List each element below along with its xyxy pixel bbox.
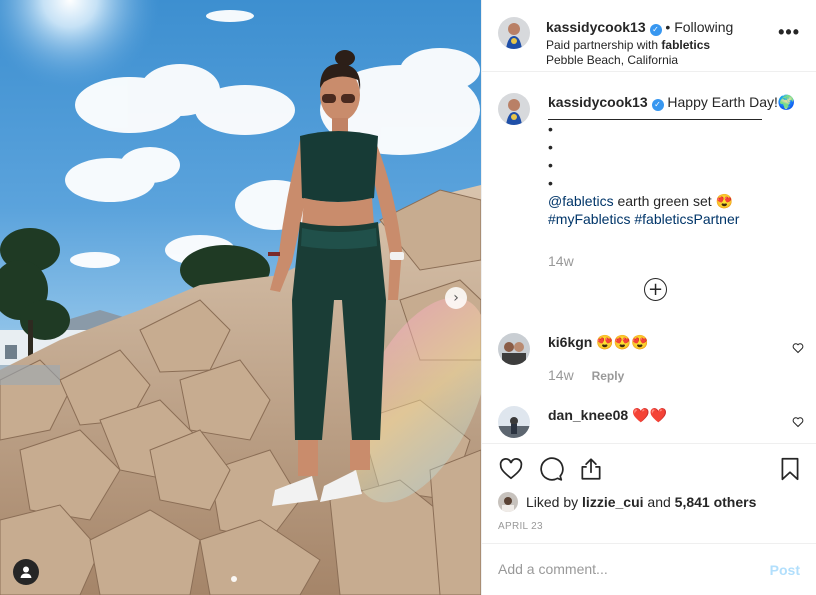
partnership-label: Paid partnership with fabletics xyxy=(546,38,710,52)
following-button[interactable]: • Following xyxy=(665,19,733,35)
commenter-avatar[interactable] xyxy=(498,406,530,438)
location-link[interactable]: Pebble Beach, California xyxy=(546,53,678,67)
comment-item: ki6kgn 😍😍😍 xyxy=(548,334,649,351)
caption-mention-text: earth green set 😍 xyxy=(617,193,733,209)
likes-count-link[interactable]: 5,841 others xyxy=(675,494,757,510)
mention-link[interactable]: @fabletics xyxy=(548,193,614,209)
post-header: kassidycook13 ✓ • Following Paid partner… xyxy=(482,0,816,72)
post-photo[interactable]: › xyxy=(0,0,481,595)
likes-summary: Liked by lizzie_cui and 5,841 others xyxy=(498,492,756,512)
author-username[interactable]: kassidycook13 xyxy=(546,19,646,35)
comment-like-heart-icon[interactable] xyxy=(792,416,804,428)
liked-by-and: and xyxy=(647,494,671,510)
caption-bullet: • xyxy=(548,175,553,191)
chevron-right-icon: › xyxy=(453,290,459,306)
comment-text: 😍😍😍 xyxy=(596,334,649,350)
liked-by-prefix: Liked by xyxy=(526,494,579,510)
caption-bullet: • xyxy=(548,121,553,137)
caption-author-username[interactable]: kassidycook13 xyxy=(548,94,648,110)
partnership-prefix: Paid partnership with xyxy=(546,38,659,52)
post-comment-button[interactable]: Post xyxy=(770,562,800,578)
header-title: kassidycook13 ✓ • Following xyxy=(546,19,733,36)
comment-composer: Post xyxy=(482,543,816,595)
caption-divider xyxy=(548,111,762,120)
comment-timestamp[interactable]: 14w xyxy=(548,367,574,383)
post-caption: kassidycook13 ✓ Happy Earth Day!🌍 • • • … xyxy=(548,93,803,228)
post-details-panel: kassidycook13 ✓ • Following Paid partner… xyxy=(481,0,816,595)
next-photo-button[interactable]: › xyxy=(445,287,467,309)
reply-button[interactable]: Reply xyxy=(592,369,625,383)
caption-text: Happy Earth Day!🌍 xyxy=(667,94,796,110)
caption-bullet: • xyxy=(548,139,553,155)
comment-like-heart-icon[interactable] xyxy=(792,342,804,354)
photo-scene xyxy=(0,0,481,595)
author-avatar[interactable] xyxy=(498,17,530,49)
share-icon[interactable] xyxy=(578,456,604,482)
verified-badge-icon: ✓ xyxy=(649,24,662,36)
comment-input[interactable] xyxy=(498,561,748,577)
hashtag-links[interactable]: #myFabletics #fableticsPartner xyxy=(548,211,739,227)
heart-icon[interactable] xyxy=(498,456,524,482)
comment-item: dan_knee08 ❤️❤️ xyxy=(548,407,667,424)
verified-badge-icon: ✓ xyxy=(651,99,664,111)
partner-link[interactable]: fabletics xyxy=(661,38,710,52)
caption-timestamp[interactable]: 14w xyxy=(548,253,574,269)
tagged-users-button[interactable] xyxy=(13,559,39,585)
plus-circle-icon: + xyxy=(647,278,664,300)
carousel-dot-active xyxy=(231,576,237,582)
comments-section[interactable]: kassidycook13 ✓ Happy Earth Day!🌍 • • • … xyxy=(482,73,816,443)
liker-avatar[interactable] xyxy=(498,492,518,512)
load-more-comments-button[interactable]: + xyxy=(644,278,667,301)
comment-text: ❤️❤️ xyxy=(632,407,667,423)
bookmark-icon[interactable] xyxy=(777,456,803,482)
caption-author-avatar[interactable] xyxy=(498,93,530,125)
comment-username[interactable]: dan_knee08 xyxy=(548,407,628,423)
post-actions: Liked by lizzie_cui and 5,841 others APR… xyxy=(482,443,816,543)
commenter-avatar[interactable] xyxy=(498,333,530,365)
carousel-indicator xyxy=(231,576,237,582)
comment-icon[interactable] xyxy=(538,456,564,482)
user-tag-icon xyxy=(20,566,32,578)
post-date[interactable]: APRIL 23 xyxy=(498,521,543,532)
comment-username[interactable]: ki6kgn xyxy=(548,334,592,350)
more-options-icon[interactable]: ••• xyxy=(778,22,800,43)
comment-meta: 14w Reply xyxy=(548,367,624,383)
caption-bullet: • xyxy=(548,157,553,173)
liked-by-user[interactable]: lizzie_cui xyxy=(582,494,643,510)
